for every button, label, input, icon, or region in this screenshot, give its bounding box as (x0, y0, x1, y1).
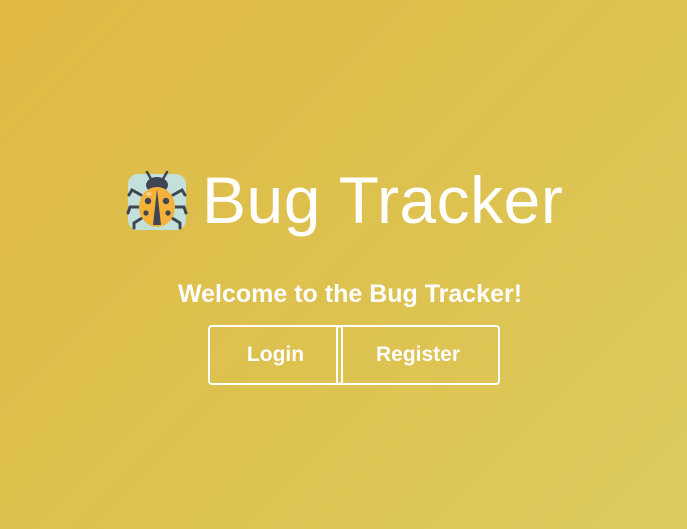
page-title: Bug Tracker (202, 163, 564, 237)
landing-hero: Bug Tracker Welcome to the Bug Tracker! … (0, 0, 687, 529)
title-row: Bug Tracker (122, 160, 563, 240)
welcome-message: Welcome to the Bug Tracker! (177, 280, 523, 308)
register-button[interactable]: Register (336, 325, 500, 385)
login-button[interactable]: Login (208, 325, 343, 385)
ladybug-icon (122, 165, 192, 235)
